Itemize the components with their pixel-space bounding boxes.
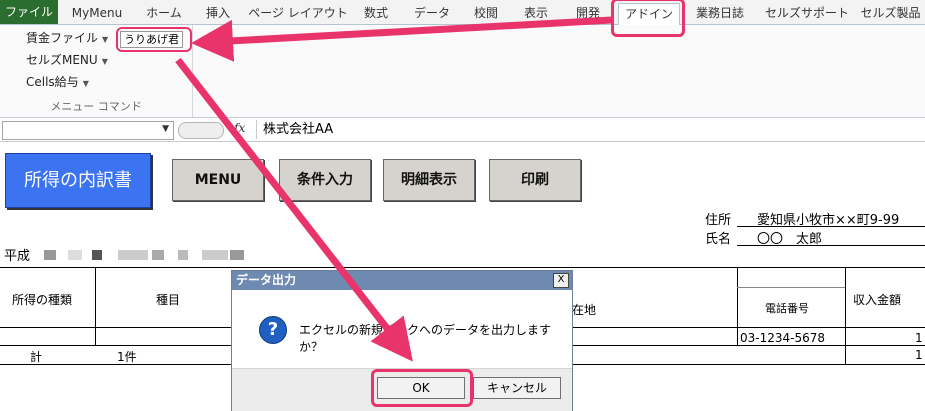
wage-file-label: 賃金ファイル [26, 31, 99, 45]
condition-input-button[interactable]: 条件入力 [279, 159, 371, 201]
dialog-titlebar[interactable]: データ出力 [232, 271, 572, 290]
highlight-ok-button [371, 369, 473, 407]
table-border-top [0, 267, 925, 268]
header-income-amount: 収入金額 [853, 293, 902, 307]
name-underline [737, 245, 925, 246]
cells-menu-label: セルズMENU [26, 53, 98, 67]
tab-review[interactable]: 校閲 [464, 3, 508, 23]
tab-business-diary[interactable]: 業務日誌 [684, 3, 756, 23]
total-label: 計 [30, 350, 43, 364]
print-button[interactable]: 印刷 [489, 159, 581, 201]
redacted-block [118, 250, 148, 260]
header-phone: 電話番号 [765, 302, 809, 315]
tab-page-layout[interactable]: ページ レイアウト [246, 3, 350, 23]
total-count: 1件 [117, 350, 137, 364]
total-amount: 1 [915, 348, 923, 362]
group-label: メニュー コマンド [50, 100, 142, 113]
tab-formulas[interactable]: 数式 [354, 3, 398, 23]
wage-file-menu[interactable]: 賃金ファイル ▼ [26, 29, 108, 47]
table-col-divider [845, 267, 846, 365]
redacted-block [178, 250, 188, 260]
redacted-block [68, 250, 82, 260]
detail-view-button[interactable]: 明細表示 [383, 159, 475, 201]
cancel-button[interactable]: キャンセル [473, 377, 561, 399]
title-button[interactable]: 所得の内訳書 [5, 153, 151, 208]
name-label: 氏名 [705, 232, 732, 247]
table-col-divider [737, 267, 738, 345]
redacted-block [202, 250, 228, 260]
header-income-type: 所得の種類 [12, 293, 73, 307]
highlight-urikun [116, 27, 192, 52]
redacted-block [44, 250, 56, 260]
redacted-block [152, 250, 164, 260]
tab-developer[interactable]: 開発 [564, 3, 612, 23]
fx-icon[interactable]: fx [234, 121, 245, 135]
address-underline [737, 226, 925, 227]
era-label: 平成 [4, 249, 31, 264]
tab-cells-products[interactable]: セルズ製品 [856, 3, 925, 23]
address-label: 住所 [705, 213, 732, 228]
menu-button[interactable]: MENU [172, 159, 264, 201]
ribbon-tab-bar: ファイル MyMenu ホーム 挿入 ページ レイアウト 数式 データ 校閲 表… [0, 0, 925, 25]
header-category: 種目 [156, 293, 181, 307]
dialog-title: データ出力 [236, 273, 297, 287]
chevron-down-icon: ▼ [102, 35, 109, 44]
tab-view[interactable]: 表示 [512, 3, 560, 23]
chevron-down-icon: ▼ [162, 124, 169, 134]
header-location: 在地 [572, 303, 597, 317]
row1-phone: 03-1234-5678 [740, 331, 826, 345]
tab-mymenu[interactable]: MyMenu [64, 3, 130, 23]
cells-salary-menu[interactable]: Cells給与 ▼ [26, 73, 89, 91]
tab-data[interactable]: データ [404, 3, 460, 23]
question-icon: ? [259, 316, 287, 344]
tab-file[interactable]: ファイル [0, 0, 58, 24]
chevron-down-icon: ▼ [82, 79, 89, 88]
name-box[interactable]: ▼ [2, 121, 174, 140]
tab-cells-support[interactable]: セルズサポート [762, 3, 852, 23]
table-col-divider [95, 267, 96, 345]
cells-salary-label: Cells給与 [26, 75, 79, 89]
table-sub-divider [737, 287, 845, 288]
cells-menu[interactable]: セルズMENU ▼ [26, 51, 108, 69]
redacted-block [92, 250, 102, 260]
tab-home[interactable]: ホーム [136, 3, 192, 23]
redacted-block [230, 250, 244, 260]
close-icon[interactable]: X [553, 273, 569, 288]
chevron-down-icon: ▼ [101, 57, 108, 66]
formula-bar: ▼ fx 株式会社AA [0, 119, 925, 142]
dialog-message: エクセルの新規ブックへのデータを出力しますか？ [299, 323, 552, 354]
row1-amount: 1 [915, 331, 923, 345]
tab-insert[interactable]: 挿入 [196, 3, 240, 23]
formula-input[interactable]: 株式会社AA [256, 120, 925, 139]
highlight-addins-tab [611, 0, 685, 37]
formula-bar-expander[interactable] [178, 122, 224, 139]
